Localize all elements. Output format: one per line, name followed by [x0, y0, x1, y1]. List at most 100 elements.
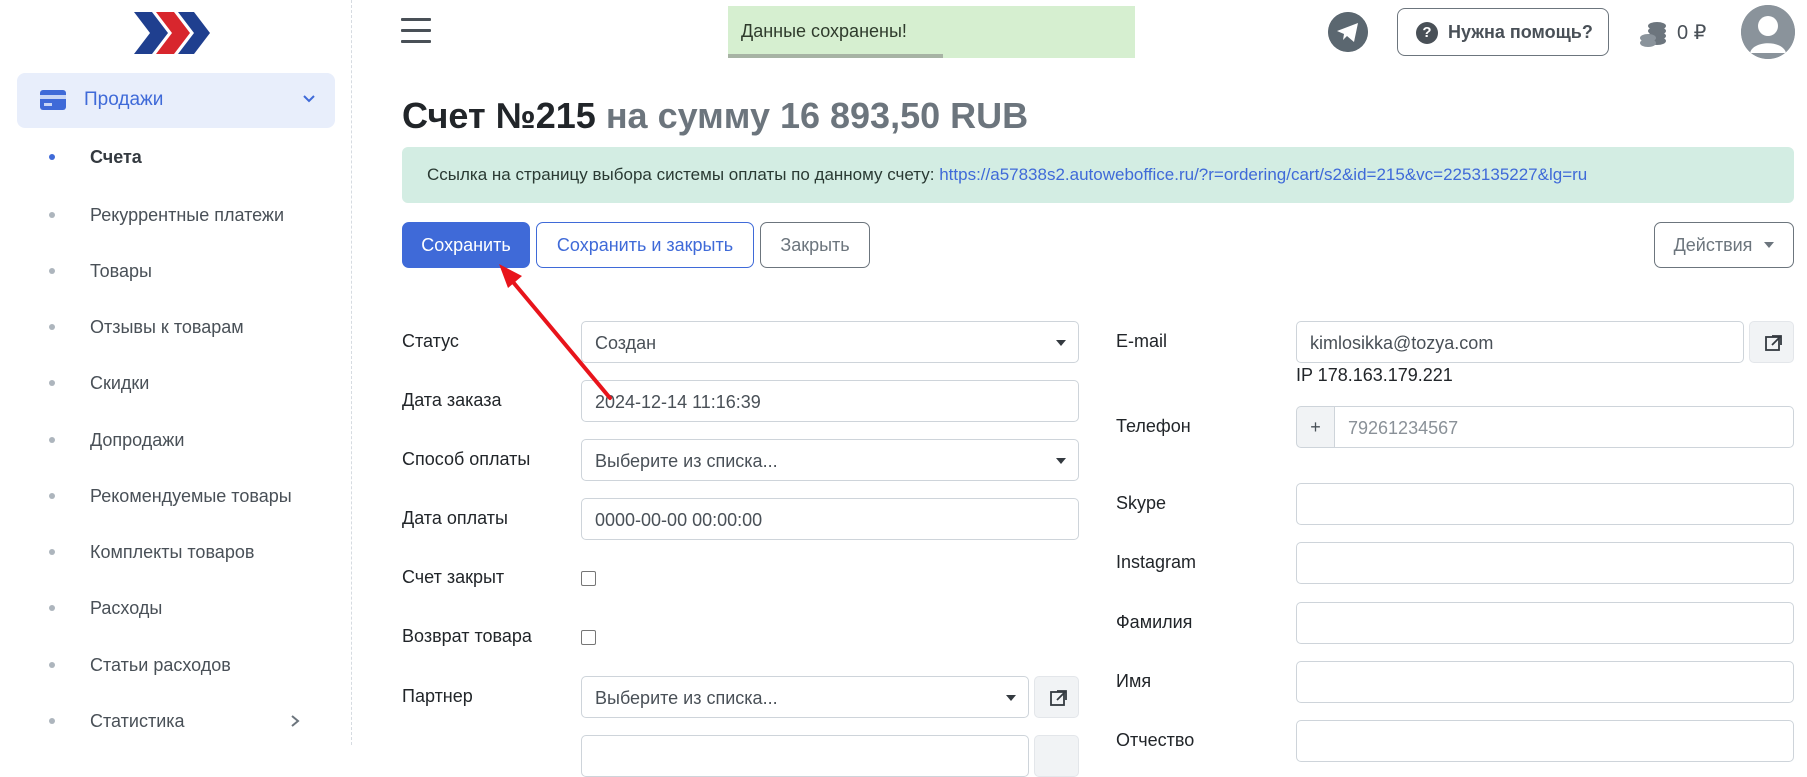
phone-placeholder: 79261234567 — [1348, 418, 1459, 438]
sidebar-item-invoices[interactable]: Счета — [0, 137, 352, 177]
instagram-input[interactable] — [1296, 542, 1794, 584]
bullet-icon — [49, 212, 55, 218]
payment-method-value: Выберите из списка... — [595, 451, 778, 471]
external-link-icon — [1050, 690, 1067, 706]
sidebar-item-product-reviews[interactable]: Отзывы к товарам — [0, 307, 352, 347]
payment-method-select[interactable]: Выберите из списка... — [581, 439, 1079, 481]
sidebar-item-upsells[interactable]: Допродажи — [0, 420, 352, 460]
close-button[interactable]: Закрыть — [760, 222, 870, 268]
logo-icon[interactable] — [132, 8, 212, 58]
skype-label: Skype — [1116, 493, 1167, 513]
sidebar-item-label: Расходы — [90, 597, 163, 618]
sidebar-item-products[interactable]: Товары — [0, 251, 352, 291]
email-value: kimlosikka@tozya.com — [1310, 333, 1494, 353]
middlename-input[interactable] — [1296, 720, 1794, 762]
actions-dropdown[interactable]: Действия — [1654, 222, 1794, 268]
sidebar-item-label: Статьи расходов — [90, 654, 231, 675]
chevron-down-icon — [303, 95, 315, 103]
question-icon: ? — [1416, 22, 1438, 44]
next-open-button[interactable] — [1034, 735, 1079, 777]
phone-label: Телефон — [1116, 416, 1191, 436]
product-return-label: Возврат товара — [402, 626, 532, 646]
invoice-closed-label: Счет закрыт — [402, 567, 505, 587]
order-date-value: 2024-12-14 11:16:39 — [595, 392, 761, 412]
bullet-icon — [49, 154, 55, 160]
instagram-label: Instagram — [1116, 552, 1197, 572]
email-open-button[interactable] — [1749, 321, 1794, 363]
bullet-icon — [49, 437, 55, 443]
alert-text: Ссылка на страницу выбора системы оплаты… — [427, 165, 940, 184]
bullet-icon — [49, 549, 55, 555]
firstname-label: Имя — [1116, 671, 1152, 691]
help-button[interactable]: ? Нужна помощь? — [1397, 8, 1609, 56]
payment-date-input[interactable]: 0000-00-00 00:00:00 — [581, 498, 1079, 540]
balance-value: 0 ₽ — [1677, 22, 1707, 44]
toast-progress-bar — [728, 54, 943, 58]
credit-card-icon — [40, 90, 66, 110]
caret-down-icon — [1006, 695, 1016, 701]
sidebar-item-recommended-products[interactable]: Рекомендуемые товары — [0, 476, 352, 516]
invoice-closed-checkbox[interactable] — [581, 571, 596, 586]
partner-value: Выберите из списка... — [595, 688, 778, 708]
payment-link[interactable]: https://a57838s2.autoweboffice.ru/?r=ord… — [939, 165, 1587, 184]
toast-notification: Данные сохранены! — [728, 6, 1135, 58]
phone-prefix: + — [1296, 406, 1334, 448]
sidebar-item-label: Отзывы к товарам — [90, 316, 244, 337]
partner-open-button[interactable] — [1034, 676, 1079, 718]
user-icon — [1741, 5, 1795, 59]
lastname-label: Фамилия — [1116, 612, 1193, 632]
order-date-label: Дата заказа — [402, 390, 502, 410]
sidebar-item-discounts[interactable]: Скидки — [0, 363, 352, 403]
bullet-icon — [49, 605, 55, 611]
bullet-icon — [49, 268, 55, 274]
next-select[interactable] — [581, 735, 1029, 777]
sidebar-item-label: Статистика — [90, 710, 185, 731]
chevron-right-icon — [291, 715, 300, 727]
telegram-icon[interactable] — [1328, 12, 1368, 52]
toast-text: Данные сохранены! — [741, 21, 907, 41]
skype-input[interactable] — [1296, 483, 1794, 525]
sidebar-item-sales[interactable]: Продажи — [17, 73, 335, 128]
email-label: E-mail — [1116, 331, 1168, 351]
sidebar-item-expenses[interactable]: Расходы — [0, 588, 352, 628]
lastname-input[interactable] — [1296, 602, 1794, 644]
payment-link-alert: Ссылка на страницу выбора системы оплаты… — [402, 147, 1794, 203]
sidebar-item-product-bundles[interactable]: Комплекты товаров — [0, 532, 352, 572]
status-select[interactable]: Создан — [581, 321, 1079, 363]
bullet-icon — [49, 718, 55, 724]
sidebar-item-statistics[interactable]: Статистика — [0, 701, 352, 741]
firstname-input[interactable] — [1296, 661, 1794, 703]
sidebar-item-expense-items[interactable]: Статьи расходов — [0, 645, 352, 685]
ip-address: IP 178.163.179.221 — [1296, 365, 1453, 385]
middlename-label: Отчество — [1116, 730, 1195, 750]
bullet-icon — [49, 380, 55, 386]
caret-down-icon — [1056, 458, 1066, 464]
sidebar-item-label: Продажи — [84, 89, 164, 110]
sidebar-item-label: Счета — [90, 146, 142, 167]
sidebar-item-label: Скидки — [90, 372, 150, 393]
partner-select[interactable]: Выберите из списка... — [581, 676, 1029, 718]
sidebar-item-label: Комплекты товаров — [90, 541, 255, 562]
sidebar-item-label: Рекомендуемые товары — [90, 485, 292, 506]
save-and-close-button[interactable]: Сохранить и закрыть — [536, 222, 754, 268]
order-date-input[interactable]: 2024-12-14 11:16:39 — [581, 380, 1079, 422]
save-button[interactable]: Сохранить — [402, 222, 530, 268]
partner-label: Партнер — [402, 686, 473, 706]
email-input[interactable]: kimlosikka@tozya.com — [1296, 321, 1744, 363]
sidebar-item-label: Допродажи — [90, 429, 185, 450]
bullet-icon — [49, 324, 55, 330]
sidebar-item-recurring-payments[interactable]: Рекуррентные платежи — [0, 195, 352, 235]
bullet-icon — [49, 493, 55, 499]
phone-input[interactable]: 79261234567 — [1334, 406, 1794, 448]
sidebar-item-label: Товары — [90, 260, 152, 281]
user-avatar[interactable] — [1741, 5, 1795, 59]
payment-date-label: Дата оплаты — [402, 508, 508, 528]
status-value: Создан — [595, 333, 657, 353]
coins-icon — [1640, 22, 1666, 47]
product-return-checkbox[interactable] — [581, 630, 596, 645]
external-link-icon — [1765, 335, 1782, 351]
bullet-icon — [49, 662, 55, 668]
sidebar: Продажи Счета Рекуррентные платежи Товар… — [0, 0, 352, 745]
menu-toggle-button[interactable] — [401, 18, 431, 44]
caret-down-icon — [1764, 242, 1775, 248]
